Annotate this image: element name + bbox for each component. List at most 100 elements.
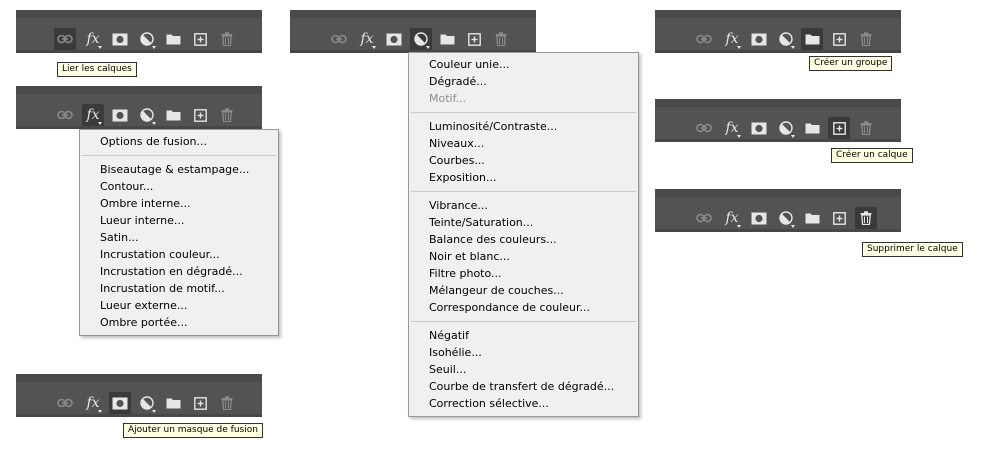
mask-icon[interactable] [109,392,131,414]
tooltip-new-layer: Créer un calque [831,148,913,163]
link-icon[interactable] [693,207,715,229]
mask-icon[interactable] [109,28,131,50]
new-layer-icon[interactable] [189,28,211,50]
menu-item[interactable]: Teinte/Saturation... [409,214,638,231]
folder-icon[interactable] [162,104,184,126]
toolbar-bottom [16,50,262,53]
adjustment-icon[interactable] [136,392,158,414]
new-layer-icon[interactable] [828,207,850,229]
adjustment-icon[interactable] [775,28,797,50]
toolbar-bottom [655,139,901,142]
menu-item: Motif... [429,92,467,105]
menu-item[interactable]: Incrustation en dégradé... [80,263,278,280]
mask-icon[interactable] [748,207,770,229]
adjustment-icon[interactable] [775,207,797,229]
link-icon[interactable] [54,104,76,126]
layer-style-menu: Options de fusion... Biseautage & estampa… [79,129,279,336]
trash-icon[interactable] [855,28,877,50]
toolbar-top [655,10,901,18]
menu-item[interactable]: Correspondance de couleur... [409,299,638,316]
menu-item[interactable]: Satin... [80,229,278,246]
link-icon[interactable] [693,28,715,50]
fx-icon[interactable]: fx [82,392,104,414]
fx-icon[interactable]: fx [721,28,743,50]
link-icon[interactable] [693,117,715,139]
menu-item[interactable]: Couleur unie... [409,56,638,73]
menu-item[interactable]: Négatif [409,327,638,344]
menu-item[interactable]: Courbe de transfert de dégradé... [409,378,638,395]
fx-label: fx [360,31,374,47]
menu-item[interactable]: Ombre portée... [80,314,278,331]
menu-item[interactable]: Seuil... [409,361,638,378]
adjustment-icon[interactable] [410,28,432,50]
toolbar-top [16,86,262,94]
tooltip-mask: Ajouter un masque de fusion [123,423,263,438]
menu-separator [411,112,636,113]
menu-item[interactable]: Balance des couleurs... [409,231,638,248]
toolbar-top [655,99,901,107]
trash-icon[interactable] [216,28,238,50]
trash-icon[interactable] [216,392,238,414]
folder-icon[interactable] [436,28,458,50]
folder-icon[interactable] [801,28,823,50]
mask-icon[interactable] [748,117,770,139]
fx-icon[interactable]: fx [721,117,743,139]
new-layer-icon[interactable] [463,28,485,50]
menu-item[interactable]: Contour... [80,178,278,195]
menu-item[interactable]: Options de fusion... [80,133,278,150]
fx-icon[interactable]: fx [721,207,743,229]
trash-icon[interactable] [216,104,238,126]
menu-item[interactable]: Biseautage & estampage... [80,161,278,178]
new-layer-icon[interactable] [189,104,211,126]
menu-separator [411,191,636,192]
folder-icon[interactable] [162,392,184,414]
link-icon[interactable] [54,392,76,414]
mask-icon[interactable] [383,28,405,50]
folder-icon[interactable] [801,207,823,229]
adjustment-icon[interactable] [136,28,158,50]
fx-label: fx [725,31,739,47]
layers-toolbar-adjust: fx [290,10,536,53]
trash-icon[interactable] [490,28,512,50]
link-icon[interactable] [54,28,76,50]
menu-item[interactable]: Courbes... [409,152,638,169]
menu-item[interactable]: Isohélie... [409,344,638,361]
folder-icon[interactable] [801,117,823,139]
folder-icon[interactable] [162,28,184,50]
fx-icon[interactable]: fx [82,104,104,126]
menu-item[interactable]: Incrustation couleur... [80,246,278,263]
new-layer-icon[interactable] [189,392,211,414]
trash-icon[interactable] [855,207,877,229]
menu-item[interactable]: Luminosité/Contraste... [409,118,638,135]
menu-item[interactable]: Vibrance... [409,197,638,214]
menu-item[interactable]: Niveaux... [409,135,638,152]
layers-toolbar-delete: fx [655,189,901,232]
mask-icon[interactable] [109,104,131,126]
menu-item[interactable]: Lueur externe... [80,297,278,314]
mask-icon[interactable] [748,28,770,50]
trash-icon[interactable] [855,117,877,139]
menu-item[interactable]: Dégradé... [409,73,638,90]
adjustment-icon[interactable] [775,117,797,139]
new-layer-icon[interactable] [828,117,850,139]
menu-item[interactable]: Noir et blanc... [409,248,638,265]
fx-icon[interactable]: fx [356,28,378,50]
menu-item[interactable]: Ombre interne... [80,195,278,212]
menu-item[interactable]: Mélangeur de couches... [409,282,638,299]
toolbar-bottom [655,50,901,53]
menu-item[interactable]: Correction sélective... [409,395,638,412]
toolbar-top [655,189,901,197]
fx-icon[interactable]: fx [82,28,104,50]
adjustment-icon[interactable] [136,104,158,126]
tooltip-delete: Supprimer le calque [862,242,963,257]
menu-separator [411,321,636,322]
menu-item[interactable]: Filtre photo... [409,265,638,282]
fx-label: fx [86,107,100,123]
menu-item[interactable]: Exposition... [409,169,638,186]
menu-item[interactable]: Lueur interne... [80,212,278,229]
new-layer-icon[interactable] [828,28,850,50]
link-icon[interactable] [328,28,350,50]
tooltip-link: Lier les calques [57,62,137,77]
menu-item[interactable]: Incrustation de motif... [80,280,278,297]
adjustment-menu: Couleur unie... Dégradé... Motif... Luminos… [408,52,639,417]
